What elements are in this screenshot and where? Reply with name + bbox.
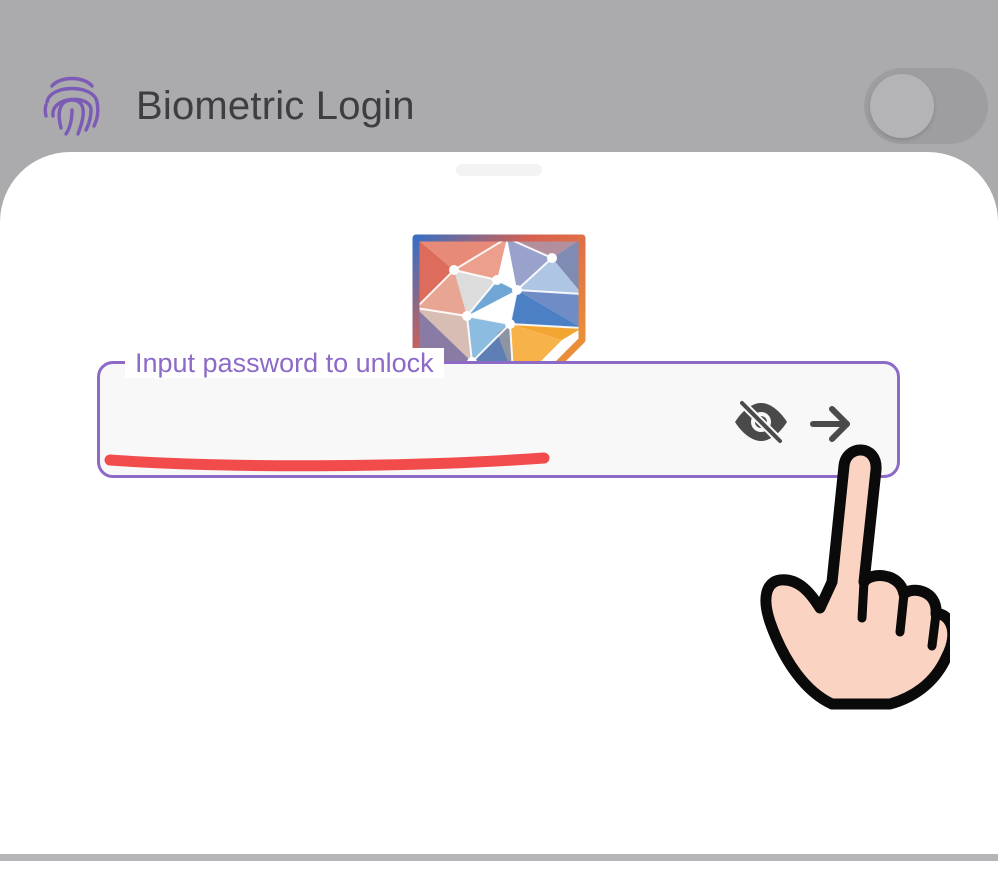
pointing-hand-annotation	[760, 444, 950, 710]
toggle-knob	[870, 74, 934, 138]
password-field-label: Input password to unlock	[125, 348, 444, 378]
biometric-login-label: Biometric Login	[136, 84, 415, 128]
sheet-drag-handle[interactable]	[456, 164, 542, 176]
fingerprint-icon	[43, 76, 100, 136]
annotation-underline	[104, 452, 550, 472]
bottom-divider	[0, 854, 998, 861]
password-input[interactable]	[110, 396, 714, 448]
biometric-login-toggle[interactable]	[864, 68, 988, 144]
